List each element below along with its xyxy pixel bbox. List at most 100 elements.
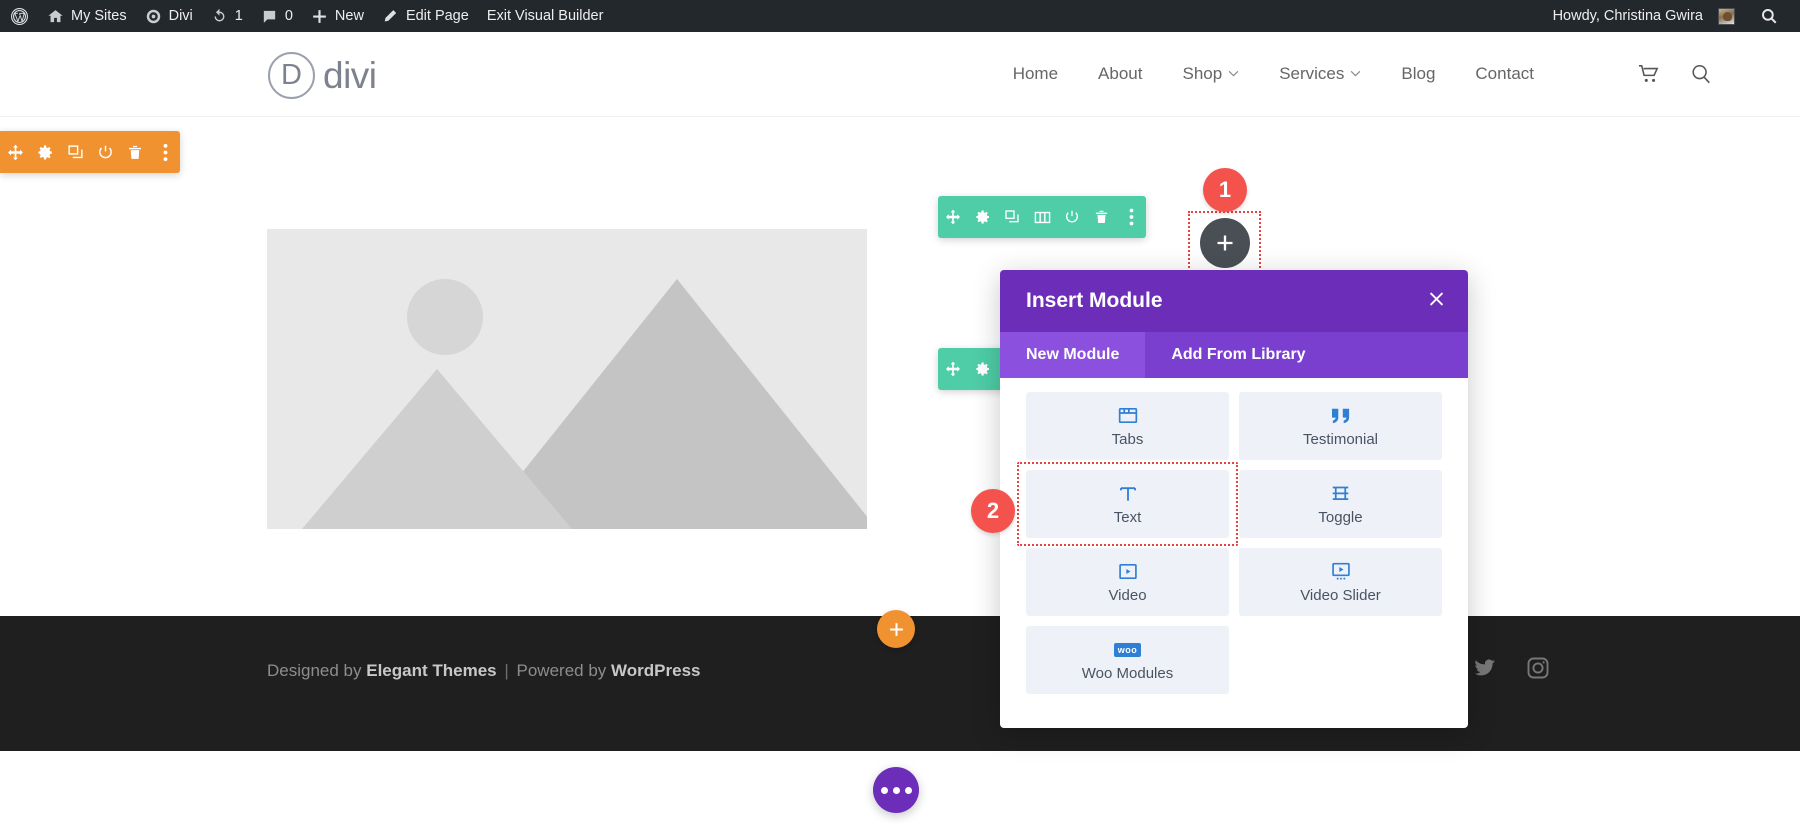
placeholder-image [267,229,867,529]
nav-item-blog[interactable]: Blog [1381,64,1455,84]
wordpress-icon [10,7,29,26]
section-settings-toolbar[interactable] [0,131,180,173]
search-icon[interactable] [1690,63,1712,85]
module-label: Toggle [1318,509,1362,526]
tab-new-module[interactable]: New Module [1000,332,1145,378]
footer-social-icons [1474,656,1550,685]
trash-icon[interactable] [120,131,150,173]
placeholder-sun [407,279,483,355]
nav-item-home[interactable]: Home [993,64,1078,84]
gear-icon[interactable] [968,196,998,238]
gear-icon[interactable] [968,348,998,390]
chevron-down-icon [1228,68,1239,80]
nav-item-contact[interactable]: Contact [1455,64,1554,84]
disable-icon[interactable] [90,131,120,173]
adminbar-exit-visual-builder[interactable]: Exit Visual Builder [478,0,613,32]
move-icon[interactable] [0,131,30,173]
divi-logo-mark: D [268,52,315,99]
tab-label: Add From Library [1171,346,1305,364]
pencil-icon [382,8,399,25]
video-icon [1118,561,1138,583]
duplicate-icon[interactable] [997,196,1027,238]
footer-designed-by: Designed by [267,661,362,680]
modal-title: Insert Module [1026,289,1163,313]
footer-elegant-themes-link[interactable]: Elegant Themes [366,661,496,680]
plus-icon [311,8,328,25]
adminbar-edit-page-label: Edit Page [406,8,469,24]
toggle-icon [1330,483,1351,505]
row-settings-toolbar[interactable] [938,196,1146,238]
modal-header: Insert Module [1000,270,1468,332]
module-label: Tabs [1112,431,1144,448]
nav-item-about[interactable]: About [1078,64,1162,84]
site-logo[interactable]: D divi [268,52,377,99]
adminbar-search-button[interactable] [1744,0,1792,32]
module-card-testimonial[interactable]: Testimonial [1239,392,1442,460]
twitter-icon[interactable] [1474,657,1496,684]
adminbar-edit-page[interactable]: Edit Page [373,0,478,32]
adminbar-updates[interactable]: 1 [202,0,252,32]
add-module-button[interactable] [1200,218,1250,268]
nav-label: Contact [1475,64,1534,84]
module-grid: Tabs Testimonial Text [1000,378,1468,728]
adminbar-wordpress-logo[interactable] [0,0,38,32]
nav-item-services[interactable]: Services [1259,64,1381,84]
module-label: Woo Modules [1082,665,1173,682]
add-section-button[interactable] [877,610,915,648]
placeholder-mountain-small [302,369,572,529]
trash-icon[interactable] [1087,196,1117,238]
avatar [1718,8,1735,25]
more-options-icon[interactable] [150,131,180,173]
updates-icon [211,8,228,25]
adminbar-comments[interactable]: 0 [252,0,302,32]
adminbar-divi[interactable]: Divi [136,0,202,32]
video-slider-icon [1331,561,1351,583]
adminbar-exit-label: Exit Visual Builder [487,8,604,24]
more-options-icon[interactable] [1116,196,1146,238]
disable-icon[interactable] [1057,196,1087,238]
site-header: D divi Home About Shop Services [0,32,1800,116]
adminbar-my-sites[interactable]: My Sites [38,0,136,32]
tabs-icon [1118,405,1138,427]
gear-icon[interactable] [30,131,60,173]
footer-separator: | [501,661,511,680]
my-sites-icon [47,8,64,25]
step-badge-number: 2 [987,498,999,524]
nav-label: Shop [1182,64,1222,84]
adminbar-new[interactable]: New [302,0,373,32]
move-icon[interactable] [938,348,968,390]
nav-label: Services [1279,64,1344,84]
module-card-text[interactable]: Text [1026,470,1229,538]
search-icon [1760,7,1778,25]
footer-wordpress-link[interactable]: WordPress [611,661,700,680]
adminbar-comments-count: 0 [285,8,293,24]
module-card-toggle[interactable]: Toggle [1239,470,1442,538]
shopping-cart-icon[interactable] [1638,64,1660,84]
ellipsis-dot [893,787,900,794]
plus-icon [888,621,905,638]
module-card-woo-modules[interactable]: woo Woo Modules [1026,626,1229,694]
module-card-video[interactable]: Video [1026,548,1229,616]
divi-visual-builder-page: My Sites Divi 1 [0,0,1800,838]
module-label: Text [1114,509,1142,526]
builder-main-menu-button[interactable] [873,767,919,813]
duplicate-icon[interactable] [60,131,90,173]
tab-add-from-library[interactable]: Add From Library [1145,332,1331,378]
adminbar-new-label: New [335,8,364,24]
instagram-icon[interactable] [1526,656,1550,685]
nav-item-shop[interactable]: Shop [1162,64,1259,84]
move-icon[interactable] [938,196,968,238]
nav-label: Blog [1401,64,1435,84]
adminbar-account[interactable]: Howdy, Christina Gwira [1543,0,1744,32]
header-icon-group [1638,32,1712,116]
divi-icon [145,8,162,25]
quote-icon [1330,405,1352,427]
columns-icon[interactable] [1027,196,1057,238]
close-icon[interactable] [1427,290,1446,313]
adminbar-my-sites-label: My Sites [71,8,127,24]
tab-label: New Module [1026,346,1119,364]
page-content-area [0,116,1800,616]
module-card-tabs[interactable]: Tabs [1026,392,1229,460]
step-badge-1: 1 [1203,168,1247,212]
module-card-video-slider[interactable]: Video Slider [1239,548,1442,616]
